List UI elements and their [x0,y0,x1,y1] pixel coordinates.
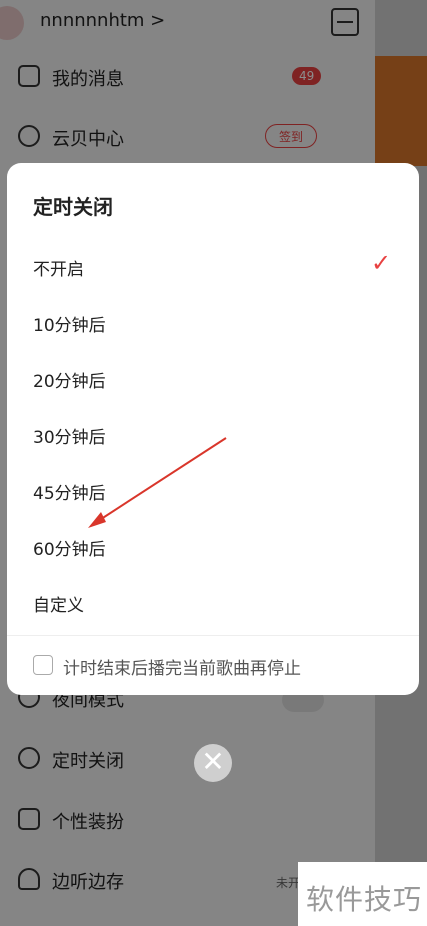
option-30-min[interactable]: 30分钟后 [7,405,419,461]
option-label: 自定义 [33,596,84,616]
option-label: 30分钟后 [33,428,106,448]
watermark: 软件技巧 [298,862,427,926]
option-20-min[interactable]: 20分钟后 [7,349,419,405]
finish-song-checkbox[interactable] [33,655,53,675]
finish-song-label[interactable]: 计时结束后播完当前歌曲再停止 [63,654,301,679]
option-label: 45分钟后 [33,484,106,504]
check-icon: ✓ [371,249,392,277]
close-button[interactable]: ✕ [194,744,232,782]
watermark-text: 软件技巧 [306,883,423,916]
option-45-min[interactable]: 45分钟后 [7,461,419,517]
option-label: 不开启 [33,260,84,280]
dialog-title: 定时关闭 [33,195,113,219]
sleep-timer-dialog: 定时关闭 不开启 ✓ 10分钟后 20分钟后 30分钟后 45分钟后 60分钟后… [7,163,419,695]
option-label: 20分钟后 [33,372,106,392]
option-off[interactable]: 不开启 ✓ [7,237,419,293]
divider [7,635,419,636]
option-custom[interactable]: 自定义 [7,573,419,629]
option-10-min[interactable]: 10分钟后 [7,293,419,349]
option-label: 60分钟后 [33,540,106,560]
option-label: 10分钟后 [33,316,106,336]
option-60-min[interactable]: 60分钟后 [7,517,419,573]
